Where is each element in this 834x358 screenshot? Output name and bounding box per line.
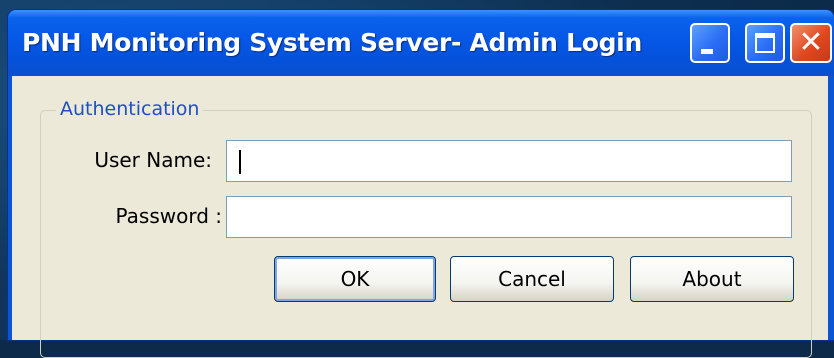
username-label: User Name: [94,148,212,172]
cancel-button[interactable]: Cancel [450,256,614,302]
maximize-button[interactable] [745,23,785,63]
password-field[interactable] [226,196,792,238]
minimize-icon [701,49,713,54]
maximize-icon [755,33,775,53]
about-button[interactable]: About [630,256,794,302]
close-button[interactable]: ✕ [790,23,832,63]
minimize-button[interactable] [690,23,730,63]
close-icon: ✕ [798,25,824,60]
dialog-body: Authentication User Name: Password : OK … [12,76,828,358]
login-window: PNH Monitoring System Server- Admin Logi… [8,10,834,358]
password-label: Password : [115,204,222,228]
title-bar[interactable]: PNH Monitoring System Server- Admin Logi… [8,10,834,76]
window-title: PNH Monitoring System Server- Admin Logi… [22,28,642,57]
authentication-group-label: Authentication [56,98,204,120]
username-field[interactable] [226,140,792,182]
ok-button[interactable]: OK [274,256,436,302]
text-caret [239,150,241,174]
